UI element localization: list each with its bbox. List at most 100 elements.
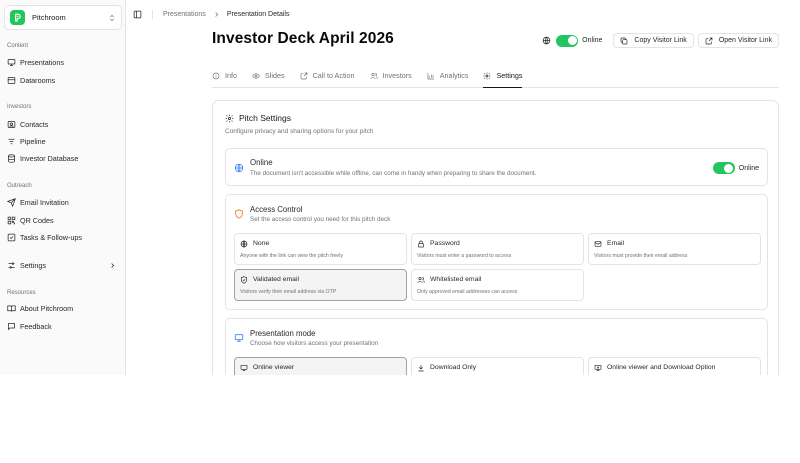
users-icon	[369, 72, 378, 79]
sidebar-item-qr-codes[interactable]: QR Codes	[7, 213, 119, 227]
tab-call-to-action[interactable]: Call to Action	[300, 64, 355, 87]
sliders-icon	[8, 262, 15, 268]
download-icon	[418, 365, 424, 372]
breadcrumb-parent-link[interactable]: Presentations	[163, 11, 206, 18]
presentation-mode-title: Presentation mode	[250, 329, 316, 338]
access-option-email[interactable]: Email Visitors must provide their email …	[588, 233, 761, 265]
presentation-mode-section: Presentation mode Choose how visitors ac…	[225, 318, 768, 375]
sidebar-item-tasks[interactable]: Tasks & Follow-ups	[7, 230, 119, 244]
access-option-validated-email[interactable]: Validated email Visitors verify their em…	[234, 269, 407, 301]
pipeline-icon	[8, 138, 15, 144]
checkbox-icon	[7, 233, 16, 241]
sidebar: Pitchroom Content Presentations Dataroom…	[0, 0, 126, 375]
lock-icon	[418, 240, 424, 248]
option-description: Visitors must enter a password to access	[417, 253, 512, 259]
database-icon	[8, 153, 15, 163]
app-window: Pitchroom Content Presentations Dataroom…	[0, 0, 800, 375]
option-title: Whitelisted email	[430, 276, 482, 283]
card-title: Pitch Settings	[239, 113, 291, 123]
tab-label: Investors	[382, 71, 412, 80]
qr-code-icon	[7, 216, 16, 224]
tab-slides[interactable]: Slides	[252, 64, 285, 87]
sidebar-item-label: QR Codes	[20, 215, 54, 225]
option-title: Validated email	[253, 276, 299, 283]
online-toggle-label: Online	[582, 37, 603, 44]
breadcrumb-divider	[152, 9, 153, 19]
copy-icon	[621, 37, 628, 44]
tab-info[interactable]: Info	[212, 64, 237, 87]
nav-group-outreach: Outreach	[7, 183, 32, 189]
sidebar-item-contacts[interactable]: Contacts	[7, 117, 119, 131]
nav-group-investors: Investors	[7, 104, 32, 110]
sidebar-toggle-icon[interactable]	[133, 10, 142, 19]
sidebar-item-label: Feedback	[20, 321, 52, 331]
sidebar-item-email-invitation[interactable]: Email Invitation	[7, 195, 119, 209]
open-visitor-link-button[interactable]: Open Visitor Link	[697, 33, 779, 48]
online-description: The document isn't accessible while offl…	[250, 170, 537, 177]
workspace-switcher[interactable]: Pitchroom	[4, 5, 122, 30]
external-link-icon	[300, 72, 307, 79]
folder-icon	[7, 76, 16, 84]
header-actions: Online Copy Visitor Link Open Visitor Li…	[542, 33, 779, 48]
access-option-whitelisted-email[interactable]: Whitelisted email Only approved email ad…	[411, 269, 584, 301]
sidebar-item-label: About Pitchroom	[20, 303, 74, 313]
sidebar-item-label: Datarooms	[20, 75, 56, 85]
tab-label: Settings	[496, 71, 523, 80]
external-link-icon	[705, 37, 713, 44]
mode-option-download-only[interactable]: Download Only	[411, 357, 584, 375]
online-toggle-group: Online	[712, 162, 759, 174]
access-control-description: Set the access control you need for this…	[250, 216, 391, 223]
send-icon	[7, 197, 16, 207]
copy-visitor-link-button[interactable]: Copy Visitor Link	[613, 33, 694, 48]
presentation-icon	[7, 58, 16, 66]
online-section: Online The document isn't accessible whi…	[225, 148, 768, 186]
book-icon	[7, 305, 16, 312]
online-title: Online	[250, 158, 273, 167]
bar-chart-icon	[427, 72, 434, 79]
tab-label: Slides	[265, 71, 285, 80]
card-subtitle: Configure privacy and sharing options fo…	[225, 128, 374, 135]
shield-icon	[235, 209, 243, 219]
sidebar-item-label: Contacts	[20, 119, 49, 129]
online-section-toggle[interactable]	[712, 162, 735, 174]
presentation-mode-description: Choose how visitors access your presenta…	[250, 340, 379, 347]
option-title: None	[253, 240, 270, 247]
mode-option-viewer-and-download[interactable]: Online viewer and Download Option	[588, 357, 761, 375]
monitor-icon	[234, 334, 244, 342]
toggle-knob	[724, 163, 734, 173]
sidebar-item-about[interactable]: About Pitchroom	[7, 301, 119, 315]
nav-group-content: Content	[7, 43, 29, 49]
option-description: Visitors must provide their email addres…	[594, 253, 688, 259]
pitchroom-logo-icon	[10, 10, 25, 25]
globe-icon	[240, 240, 248, 248]
globe-icon	[542, 36, 551, 45]
sidebar-item-datarooms[interactable]: Datarooms	[7, 73, 119, 87]
sidebar-item-presentations[interactable]: Presentations	[7, 55, 119, 69]
online-toggle[interactable]	[556, 34, 579, 47]
tab-analytics[interactable]: Analytics	[427, 64, 469, 87]
gear-icon	[484, 72, 491, 79]
access-option-password[interactable]: Password Visitors must enter a password …	[411, 233, 584, 265]
contact-card-icon	[7, 120, 16, 128]
tab-investors[interactable]: Investors	[369, 64, 412, 87]
chevron-right-icon	[215, 11, 218, 17]
sidebar-item-investor-database[interactable]: Investor Database	[7, 151, 119, 165]
access-option-none[interactable]: None Anyone with the link can view the p…	[234, 233, 407, 265]
online-section-toggle-label: Online	[738, 164, 759, 172]
sidebar-item-settings[interactable]: Settings	[7, 258, 119, 272]
option-title: Email	[607, 240, 624, 247]
sidebar-item-label: Tasks & Follow-ups	[20, 232, 82, 242]
sidebar-item-feedback[interactable]: Feedback	[7, 319, 119, 333]
option-description: Visitors verify their email address via …	[240, 289, 337, 295]
sidebar-item-pipeline[interactable]: Pipeline	[7, 134, 119, 148]
sidebar-item-label: Email Invitation	[20, 197, 69, 207]
open-visitor-link-label: Open Visitor Link	[718, 37, 772, 44]
tab-settings[interactable]: Settings	[483, 64, 523, 88]
copy-visitor-link-label: Copy Visitor Link	[634, 37, 687, 44]
gear-icon	[225, 114, 234, 122]
globe-icon	[234, 163, 244, 173]
tab-label: Analytics	[439, 71, 469, 80]
pitch-settings-card: Pitch Settings Configure privacy and sha…	[212, 100, 779, 375]
mode-option-online-viewer[interactable]: Online viewer	[234, 357, 407, 375]
option-description: Only approved email addresses can access	[417, 289, 518, 295]
